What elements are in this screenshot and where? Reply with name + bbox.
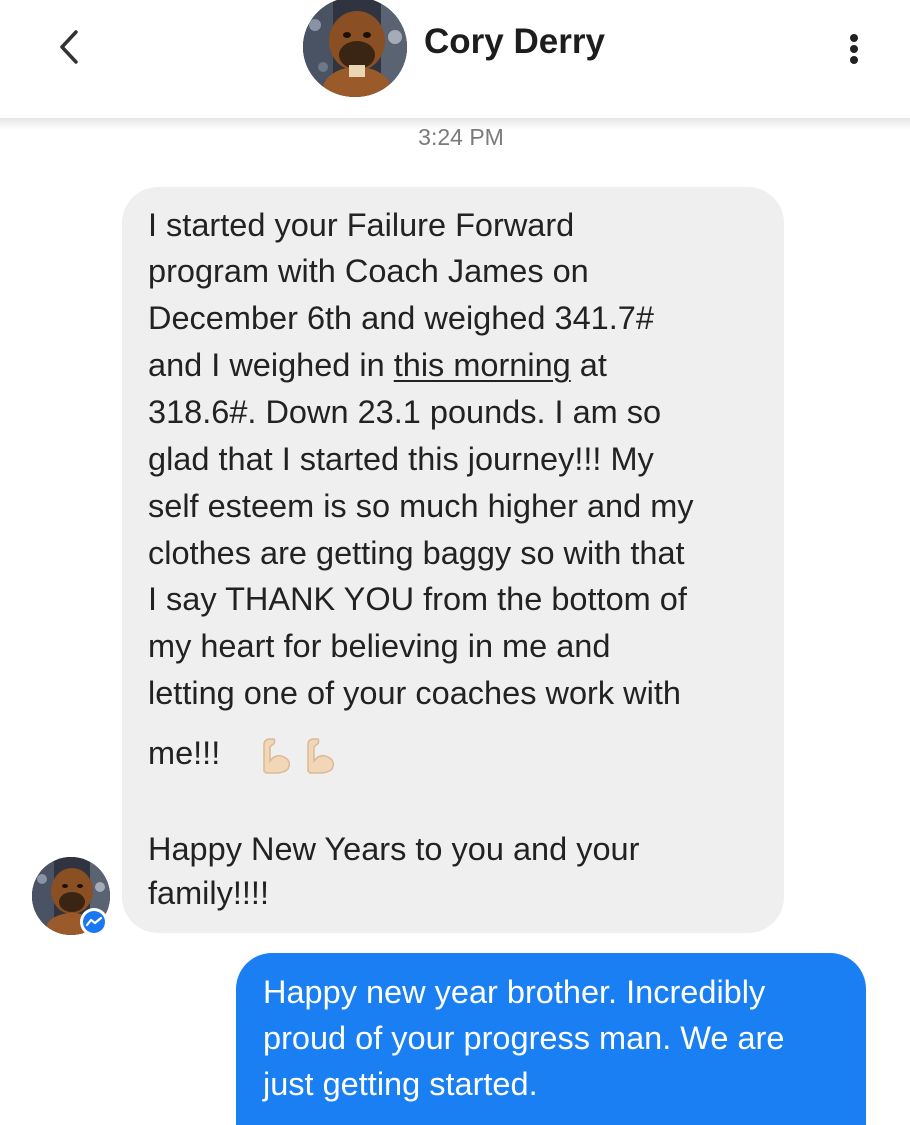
message-line: and I weighed in this morning at [148,347,607,383]
outgoing-message-bubble[interactable]: Happy new year brother. Incredibly proud… [236,953,866,1125]
message-line: just getting started. [263,1066,538,1102]
message-line: program with Coach James on [148,253,589,289]
back-button[interactable] [52,26,88,68]
message-line: December 6th and weighed 341.7# [148,300,654,336]
messenger-conversation: Cory Derry 3:24 PM I started your Failur… [0,0,910,1125]
message-line: Happy New Years to you and your [148,831,640,867]
dog-photo [303,0,407,97]
message-line: clothes are getting baggy so with that [148,535,685,571]
message-line: letting one of your coaches work with [148,675,681,711]
flexed-biceps-icon [263,738,291,774]
chevron-left-icon [60,30,78,64]
message-line: self esteem is so much higher and my [148,488,694,524]
detected-date-link[interactable]: this morning [394,347,571,383]
messenger-badge-icon [80,908,108,936]
message-line: glad that I started this journey!!! My [148,441,654,477]
message-line: family!!!! [148,875,269,911]
incoming-message-bubble[interactable]: I started your Failure Forward program w… [122,187,784,933]
contact-name[interactable]: Cory Derry [424,22,605,62]
flexed-biceps-icon [307,738,335,774]
message-line: 318.6#. Down 23.1 pounds. I am so [148,394,662,430]
message-line: me!!! [148,735,221,771]
message-line: I started your Failure Forward [148,207,575,243]
more-options-button[interactable] [838,26,872,70]
message-line: proud of your progress man. We are [263,1020,785,1056]
message-line: Happy new year brother. Incredibly [263,974,766,1010]
message-line: I say THANK YOU from the bottom of [148,581,687,617]
message-line: my heart for believing in me and [148,628,611,664]
vertical-ellipsis-icon [850,34,858,42]
message-timestamp: 3:24 PM [418,124,504,150]
conversation-header: Cory Derry [0,0,910,118]
contact-avatar[interactable] [303,0,407,97]
